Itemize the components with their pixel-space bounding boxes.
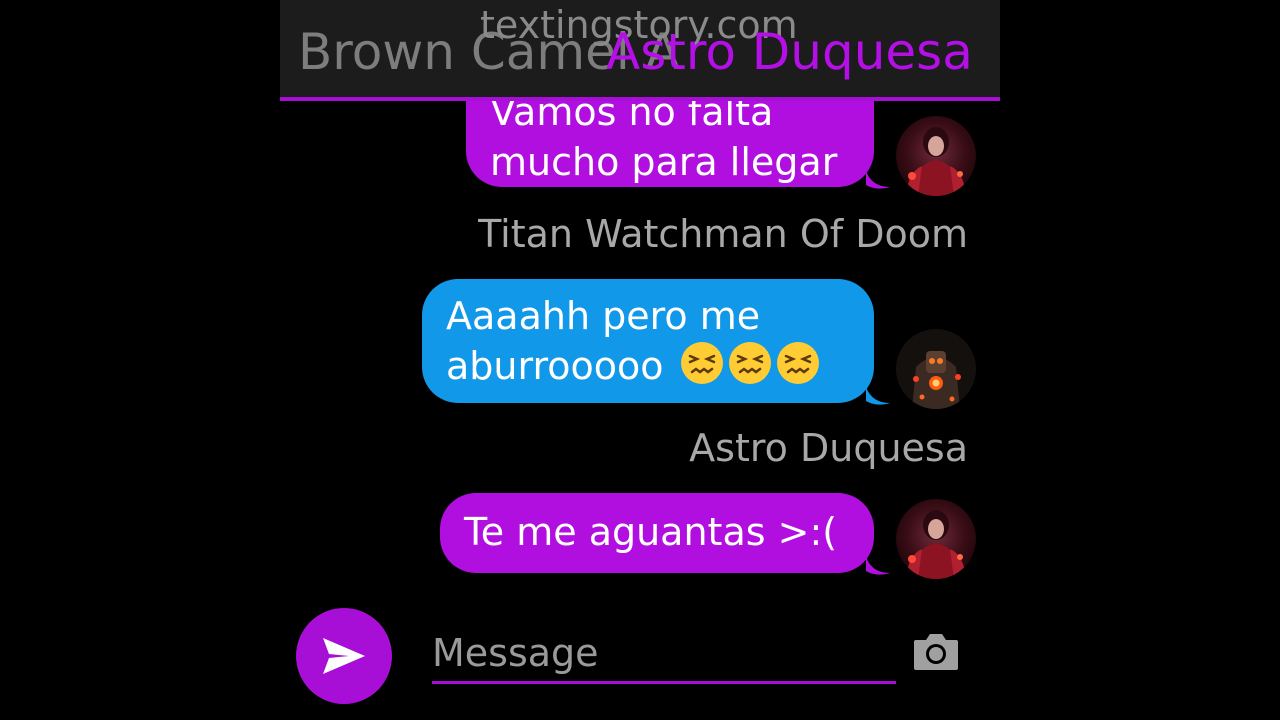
chat-screen: Brown Camel A textingstory.com Astro Duq… — [280, 0, 1000, 720]
message-input[interactable] — [432, 624, 896, 684]
message-bubble[interactable]: Vamos no falta mucho para llegar — [466, 101, 874, 187]
message-bubble[interactable]: Aaaahh pero me aburrooooo — [422, 279, 874, 403]
titan-watchman-avatar-icon — [896, 329, 976, 409]
persevering-face-emoji-icon — [776, 342, 819, 384]
bubble-tail-icon — [866, 387, 890, 405]
camera-button[interactable] — [912, 632, 960, 672]
camera-icon — [914, 634, 958, 670]
message-bubble[interactable]: Te me aguantas >:( — [440, 493, 874, 573]
app-screen: Brown Camel A textingstory.com Astro Duq… — [0, 0, 1280, 720]
astro-duquesa-avatar-icon — [896, 116, 976, 196]
astro-duquesa-avatar-icon — [896, 499, 976, 579]
send-button[interactable] — [296, 608, 392, 704]
chat-header: Brown Camel A textingstory.com Astro Duq… — [280, 0, 1000, 101]
persevering-face-emoji-icon — [680, 342, 723, 384]
send-icon — [323, 638, 365, 674]
message-text-line: Aaaahh pero me — [446, 294, 761, 338]
message-text-line: Vamos no falta — [490, 101, 774, 134]
message-text-row: aburrooooo — [446, 341, 850, 391]
sender-name: Titan Watchman Of Doom — [478, 212, 968, 256]
persevering-face-emoji-icon — [728, 342, 771, 384]
message-text-line: Te me aguantas >:( — [464, 510, 838, 554]
bubble-tail-icon — [866, 171, 890, 189]
avatar[interactable] — [896, 116, 976, 196]
bubble-tail-icon — [866, 557, 890, 575]
avatar[interactable] — [896, 329, 976, 409]
avatar[interactable] — [896, 499, 976, 579]
header-title[interactable]: Astro Duquesa — [606, 22, 973, 82]
message-list[interactable]: Vamos no falta mucho para llegar Titan W… — [280, 101, 1000, 591]
message-text-line: aburrooooo — [446, 344, 664, 388]
message-text-line: mucho para llegar — [490, 140, 838, 184]
sender-name: Astro Duquesa — [689, 426, 968, 470]
